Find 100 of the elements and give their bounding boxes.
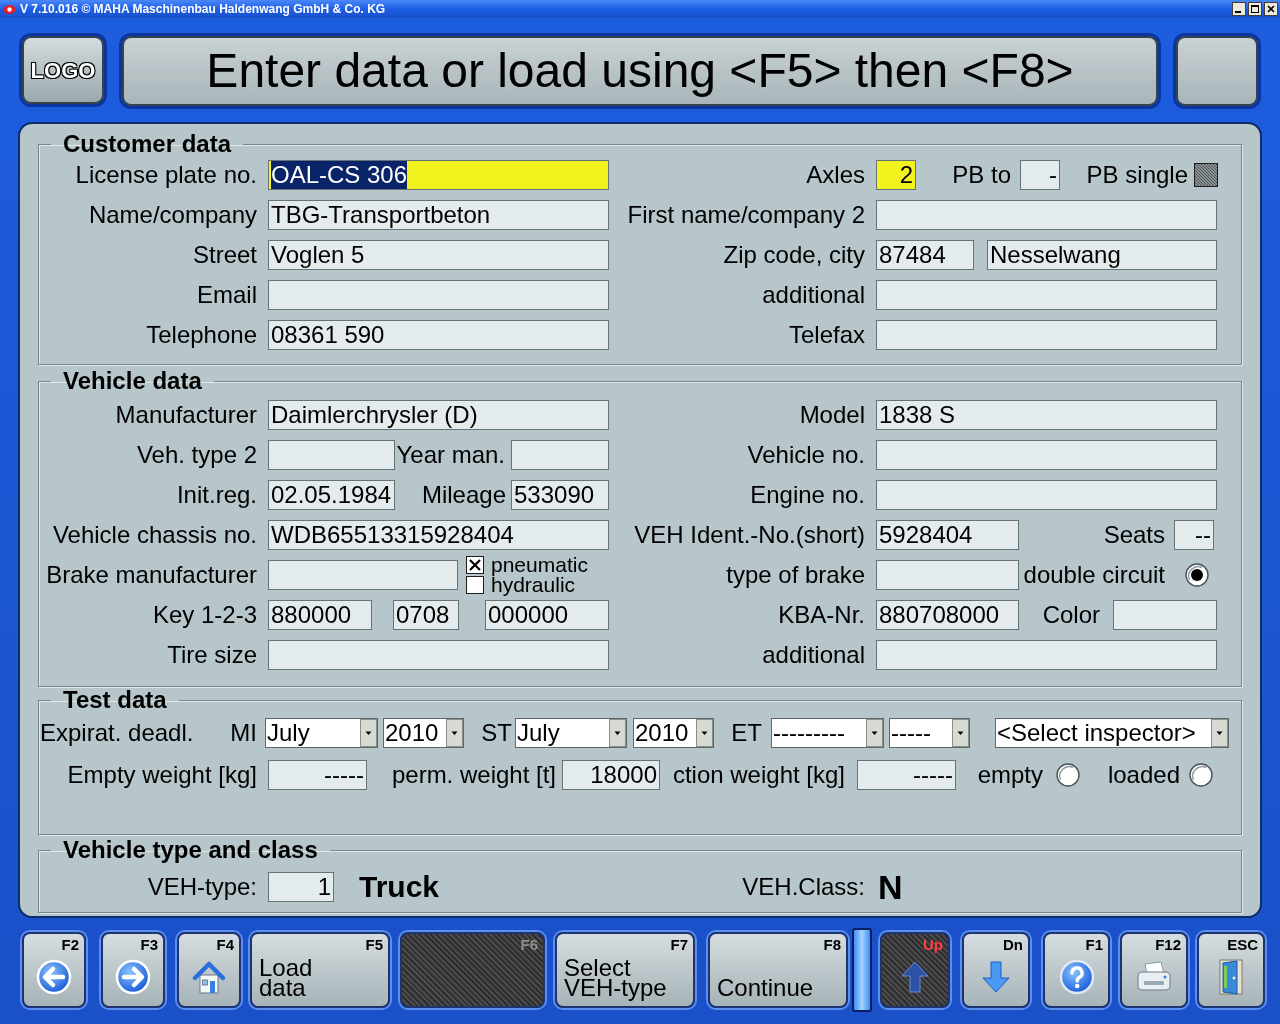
blank-button[interactable] [1176, 36, 1258, 106]
exit-button[interactable]: ESC [1197, 932, 1265, 1008]
dropdown[interactable]: 2010 [383, 718, 464, 748]
close-icon[interactable] [1264, 2, 1278, 16]
input-field[interactable]: 1838 S [876, 400, 1217, 430]
input-field[interactable]: 2 [876, 160, 916, 190]
back-button[interactable]: F2 [22, 932, 86, 1008]
key-hint: F3 [140, 937, 158, 953]
input-field[interactable] [876, 640, 1217, 670]
help-button[interactable]: F1 [1043, 932, 1110, 1008]
input-field[interactable] [268, 280, 609, 310]
arrow-down-icon [981, 959, 1011, 994]
field-label: Engine no. [750, 481, 865, 509]
printer-icon [1134, 959, 1174, 994]
input-field[interactable]: 1 [268, 872, 334, 902]
print-button[interactable]: F12 [1120, 932, 1188, 1008]
input-field[interactable]: 08361 590 [268, 320, 609, 350]
forward-button[interactable]: F3 [101, 932, 165, 1008]
field-label: additional [762, 641, 865, 669]
arrow-left-icon [36, 958, 72, 995]
field-label: Street [192, 241, 257, 269]
window-title: V 7.10.016 © MAHA Maschinenbau Haldenwang GmbH & Co. KG [20, 2, 386, 16]
key-hint: F2 [61, 937, 79, 953]
input-field[interactable]: - [1020, 160, 1060, 190]
input-field[interactable]: -- [1174, 520, 1214, 550]
input-field[interactable]: 87484 [876, 240, 974, 270]
field-label: Telefax [788, 321, 865, 349]
radio-button[interactable] [1185, 563, 1209, 587]
input-field[interactable]: OAL-CS 306 [268, 160, 609, 190]
field-label: Empty weight [kg] [67, 761, 257, 789]
input-field[interactable]: 0708 [393, 600, 459, 630]
field-label: VEH Ident.-No.(short) [634, 521, 865, 549]
input-field[interactable]: 18000 [562, 760, 660, 790]
dropdown[interactable]: July [515, 718, 627, 748]
section-title: Vehicle data [62, 368, 203, 394]
field-label: Vehicle chassis no. [52, 521, 257, 549]
field-label: perm. weight [t] [391, 761, 556, 789]
input-field[interactable] [876, 440, 1217, 470]
caret-icon [696, 719, 713, 747]
value-text: Truck [359, 871, 440, 903]
field-label: Mileage [421, 481, 506, 509]
dropdown[interactable]: ----- [889, 718, 970, 748]
app-icon [3, 3, 16, 15]
input-field[interactable]: 000000 [485, 600, 609, 630]
field-label: empty [977, 761, 1043, 789]
field-label: ction weight [kg] [672, 761, 845, 789]
dropdown[interactable]: --------- [771, 718, 884, 748]
input-field[interactable]: Nesselwang [987, 240, 1217, 270]
input-field[interactable] [876, 280, 1217, 310]
input-field[interactable]: 533090 [511, 480, 609, 510]
input-field[interactable] [511, 440, 609, 470]
caret-icon [1211, 719, 1228, 747]
caret-icon [952, 719, 969, 747]
field-label: ST [481, 719, 512, 747]
value-text: N [878, 871, 903, 903]
dropdown[interactable]: July [265, 718, 378, 748]
input-field[interactable] [1113, 600, 1217, 630]
checkbox[interactable] [466, 576, 484, 594]
field-label: Email [197, 281, 257, 309]
field-label: type of brake [726, 561, 865, 589]
key-hint: Dn [1003, 937, 1023, 953]
dropdown[interactable]: 2010 [633, 718, 714, 748]
load-data-button[interactable]: F5 Load data [250, 932, 390, 1008]
input-field[interactable]: 02.05.1984 [268, 480, 395, 510]
down-button[interactable]: Dn [962, 932, 1030, 1008]
key-hint: F7 [670, 937, 688, 953]
key-hint: F12 [1155, 937, 1181, 953]
input-field[interactable] [876, 480, 1217, 510]
input-field[interactable]: 5928404 [876, 520, 1019, 550]
minimize-icon[interactable] [1232, 2, 1246, 16]
input-field[interactable] [268, 440, 395, 470]
input-field[interactable] [876, 200, 1217, 230]
maximize-icon[interactable] [1248, 2, 1262, 16]
input-field[interactable]: Voglen 5 [268, 240, 609, 270]
continue-button[interactable]: F8 Continue [708, 932, 848, 1008]
field-label: PB single [1086, 161, 1188, 189]
field-label: ET [731, 719, 762, 747]
caret-icon [360, 719, 377, 747]
input-field[interactable]: ----- [268, 760, 367, 790]
select-vehicle-type-button[interactable]: F7 Select VEH-type [555, 932, 695, 1008]
checkbox-label: pneumatic [491, 555, 588, 575]
input-field[interactable]: WDB65513315928404 [268, 520, 609, 550]
input-field[interactable] [876, 560, 1019, 590]
input-field[interactable]: 880000 [268, 600, 372, 630]
field-label: Init.reg. [176, 481, 257, 509]
input-field[interactable] [268, 560, 458, 590]
dropdown[interactable]: <Select inspector> [995, 718, 1229, 748]
input-field[interactable]: Daimlerchrysler (D) [268, 400, 609, 430]
home-button[interactable]: F4 [177, 932, 241, 1008]
door-icon [1217, 957, 1245, 996]
input-field[interactable]: 880708000 [876, 600, 1019, 630]
input-field[interactable]: ----- [857, 760, 956, 790]
radio-button[interactable] [1189, 763, 1213, 787]
input-field[interactable] [876, 320, 1217, 350]
input-field[interactable] [268, 640, 609, 670]
checkbox[interactable] [466, 556, 484, 574]
arrow-right-icon [115, 958, 151, 995]
input-field[interactable]: TBG-Transportbeton [268, 200, 609, 230]
radio-button[interactable] [1056, 763, 1080, 787]
field-label: VEH-type: [147, 873, 257, 901]
